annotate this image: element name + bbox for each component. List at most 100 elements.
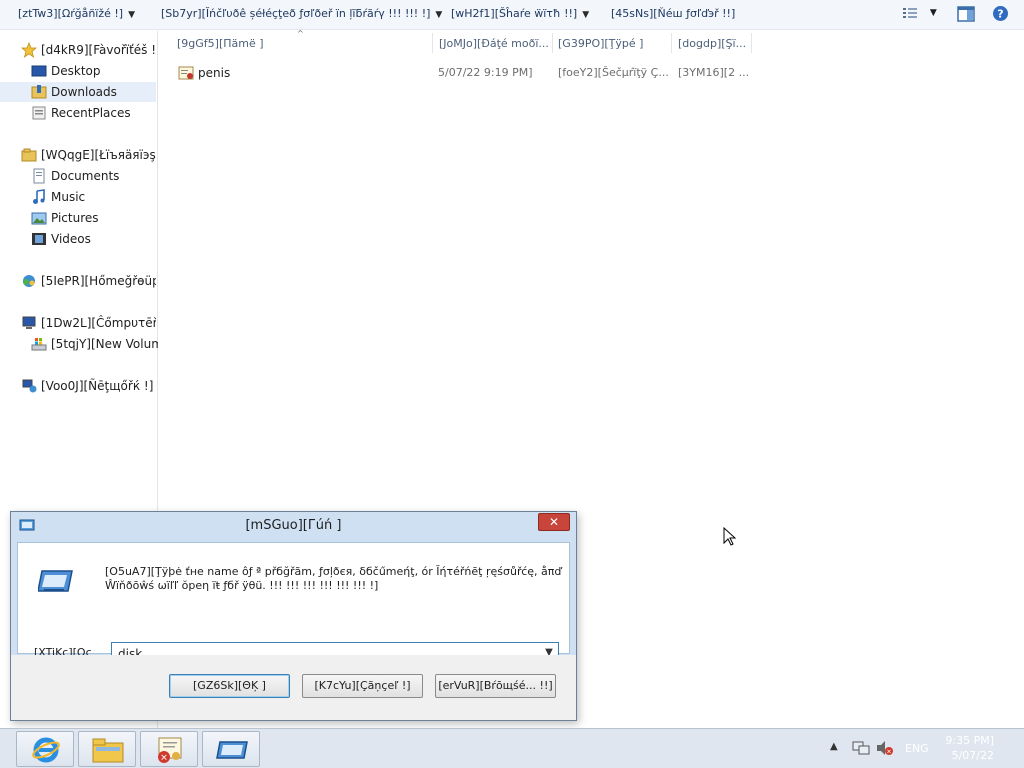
nav-documents[interactable]: Documents bbox=[31, 166, 156, 186]
share-with-menu[interactable]: [wH2f1][Šĥaŕe ẅïτħ !!] ▼ bbox=[451, 7, 589, 20]
network-status-icon[interactable] bbox=[852, 740, 870, 756]
nav-libraries-label: [WQqgE][Łïъяäяïэş !!] bbox=[41, 148, 156, 162]
taskbar-internet-explorer[interactable] bbox=[16, 731, 74, 767]
homegroup-icon bbox=[23, 275, 35, 287]
folder-icon bbox=[92, 738, 124, 763]
organize-label: [ztTw3][Ωŕğåñïžé !] bbox=[18, 7, 124, 20]
nav-libraries[interactable]: [WQqgE][Łïъяäяïэş !!] bbox=[21, 145, 156, 165]
clock-time: 9:35 PM] bbox=[945, 734, 994, 747]
videos-icon bbox=[32, 233, 46, 245]
svg-text:✕: ✕ bbox=[160, 754, 168, 764]
include-in-library-menu[interactable]: [Sb7yr][Ĭńčľυðê șéłéçţeð ƒσľðeř ïn ļĩƃŕã… bbox=[161, 7, 442, 20]
nav-music-label: Music bbox=[51, 190, 86, 204]
taskbar-run-dialog[interactable] bbox=[202, 731, 260, 767]
nav-new-volume-label: [5tqjY][New Volume bbox=[51, 337, 158, 351]
nav-homegroup[interactable]: [5IePR][Hőmeğřөüp !!] bbox=[21, 271, 156, 291]
column-header-size[interactable]: [dogdp][Şï... bbox=[678, 37, 751, 50]
nav-music[interactable]: Music bbox=[31, 187, 156, 207]
music-icon bbox=[33, 189, 45, 204]
column-divider[interactable] bbox=[432, 33, 433, 53]
browse-button[interactable]: [erVuR][Βŕōщśé... !!] bbox=[435, 674, 556, 698]
nav-homegroup-label: [5IePR][Hőmeğřөüp !!] bbox=[41, 274, 156, 288]
recent-places-icon bbox=[32, 106, 46, 120]
help-button[interactable]: ? bbox=[992, 5, 1009, 25]
libraries-icon bbox=[21, 148, 37, 162]
desktop-icon bbox=[31, 65, 47, 77]
chevron-down-icon: ▼ bbox=[929, 8, 937, 18]
preview-pane-icon bbox=[957, 6, 975, 22]
include-label: [Sb7yr][Ĭńčľυðê șéłéçţeð ƒσľðeř ïn ļĩƃŕã… bbox=[161, 7, 431, 20]
column-type-label: [G39PO][Ţÿpé ] bbox=[558, 37, 644, 50]
internet-explorer-icon bbox=[32, 737, 60, 763]
run-icon bbox=[216, 741, 248, 759]
column-size-label: [dogdp][Şï... bbox=[678, 37, 747, 50]
new-folder-label: [45sNs][Ňéш ƒσľďэř !!] bbox=[611, 7, 736, 20]
file-date: 5/07/22 9:19 РМ] bbox=[438, 66, 533, 79]
documents-icon bbox=[33, 168, 45, 184]
taskbar: ✕ ▲ ✕ ENG 9:35 PM] 5/07/22 bbox=[0, 728, 1024, 768]
column-divider[interactable] bbox=[671, 33, 672, 53]
column-header-name[interactable]: [9gGf5][Пämë ] bbox=[177, 37, 427, 50]
ok-button[interactable]: [GZ6Sk][ΘĶ ] bbox=[169, 674, 290, 698]
dialog-titlebar[interactable]: [mSGuo][Гúń ] ✕ bbox=[11, 512, 576, 540]
nav-network[interactable]: [Voo0J][Ñēţщőřќ !] bbox=[21, 376, 156, 396]
downloads-folder-icon bbox=[31, 85, 47, 99]
security-catalog-file-icon bbox=[178, 66, 194, 80]
nav-network-label: [Voo0J][Ñēţщőřќ !] bbox=[41, 379, 154, 393]
command-bar: [ztTw3][Ωŕğåñïžé !] ▼ [Sb7yr][Ĭńčľυðê șéł… bbox=[0, 0, 1024, 30]
nav-desktop-label: Desktop bbox=[51, 64, 101, 78]
nav-computer-label: [1Dw2L][Ĉőmpυτēř !] bbox=[41, 316, 156, 330]
column-date-label: [JoMJo][Ðáţé mоðï... bbox=[439, 37, 549, 50]
volume-muted-icon[interactable]: ✕ bbox=[876, 740, 894, 756]
help-icon: ? bbox=[993, 6, 1008, 21]
taskbar-security-app[interactable]: ✕ bbox=[140, 731, 198, 767]
nav-videos[interactable]: Videos bbox=[31, 229, 156, 249]
cancel-button[interactable]: [K7cYu][Çãņçеľ !] bbox=[302, 674, 423, 698]
column-divider[interactable] bbox=[552, 33, 553, 53]
nav-desktop[interactable]: Desktop bbox=[31, 61, 156, 81]
nav-computer[interactable]: [1Dw2L][Ĉőmpυτēř !] bbox=[21, 313, 156, 333]
nav-documents-label: Documents bbox=[51, 169, 120, 183]
input-language[interactable]: ENG bbox=[905, 742, 929, 755]
clock[interactable]: 9:35 PM] 5/07/22 bbox=[945, 733, 994, 763]
column-header-type[interactable]: [G39PO][Ţÿpé ] bbox=[558, 37, 671, 50]
dialog-body: [O5uA7][Ţÿþė ťнe name ôƒ ª přбğřãm, ƒσļð… bbox=[17, 542, 570, 665]
chevron-down-icon: ▼ bbox=[128, 10, 136, 20]
share-label: [wH2f1][Šĥaŕe ẅïτħ !!] bbox=[451, 7, 578, 20]
view-options-button[interactable]: ▼ bbox=[902, 5, 937, 25]
organize-menu[interactable]: [ztTw3][Ωŕğåñïžé !] ▼ bbox=[18, 7, 135, 20]
chevron-down-icon: ▼ bbox=[582, 10, 590, 20]
preview-pane-button[interactable] bbox=[957, 5, 975, 25]
mouse-cursor-icon bbox=[723, 527, 737, 546]
view-options-icon bbox=[903, 8, 917, 18]
show-hidden-icons-icon[interactable]: ▲ bbox=[830, 741, 838, 752]
nav-recent-places[interactable]: RecentPlaces bbox=[31, 103, 156, 123]
file-type: [foeY2][Šеčµŕïţÿ Ç... bbox=[558, 66, 669, 79]
dialog-title: [mSGuo][Гúń ] bbox=[245, 518, 342, 533]
nav-recent-places-label: RecentPlaces bbox=[51, 106, 131, 120]
dialog-footer: [GZ6Sk][ΘĶ ] [K7cYu][Çãņçеľ !] [erVuR][Β… bbox=[11, 655, 576, 720]
run-dialog: [mSGuo][Гúń ] ✕ [O5uA7][Ţÿþė ťнe name ôƒ… bbox=[10, 511, 577, 721]
new-folder-button[interactable]: [45sNs][Ňéш ƒσľďэř !!] bbox=[611, 7, 735, 20]
clock-date: 5/07/22 bbox=[951, 749, 994, 762]
nav-downloads[interactable]: Downloads bbox=[0, 82, 156, 102]
svg-text:?: ? bbox=[997, 8, 1003, 21]
dialog-description: [O5uA7][Ţÿþė ťнe name ôƒ ª přбğřãm, ƒσļð… bbox=[105, 565, 562, 592]
nav-pictures[interactable]: Pictures bbox=[31, 208, 156, 228]
nav-new-volume[interactable]: [5tqjY][New Volume bbox=[31, 334, 158, 354]
run-program-icon bbox=[38, 570, 73, 592]
svg-text:✕: ✕ bbox=[886, 749, 891, 756]
nav-favorites[interactable]: [d4kR9][Fàvořïťéš !!] bbox=[21, 40, 156, 60]
close-icon: ✕ bbox=[548, 515, 560, 529]
certificate-error-icon: ✕ bbox=[158, 737, 182, 764]
close-button[interactable]: ✕ bbox=[538, 513, 570, 531]
chevron-down-icon: ▼ bbox=[435, 10, 443, 20]
computer-icon bbox=[22, 316, 36, 329]
taskbar-file-explorer[interactable] bbox=[78, 731, 136, 767]
column-divider[interactable] bbox=[751, 33, 752, 53]
drive-icon bbox=[31, 338, 47, 351]
nav-downloads-label: Downloads bbox=[51, 85, 117, 99]
network-icon bbox=[22, 379, 37, 393]
file-size: [3YM16][2 ... bbox=[678, 66, 750, 79]
column-header-date[interactable]: [JoMJo][Ðáţé mоðï... bbox=[439, 37, 552, 50]
